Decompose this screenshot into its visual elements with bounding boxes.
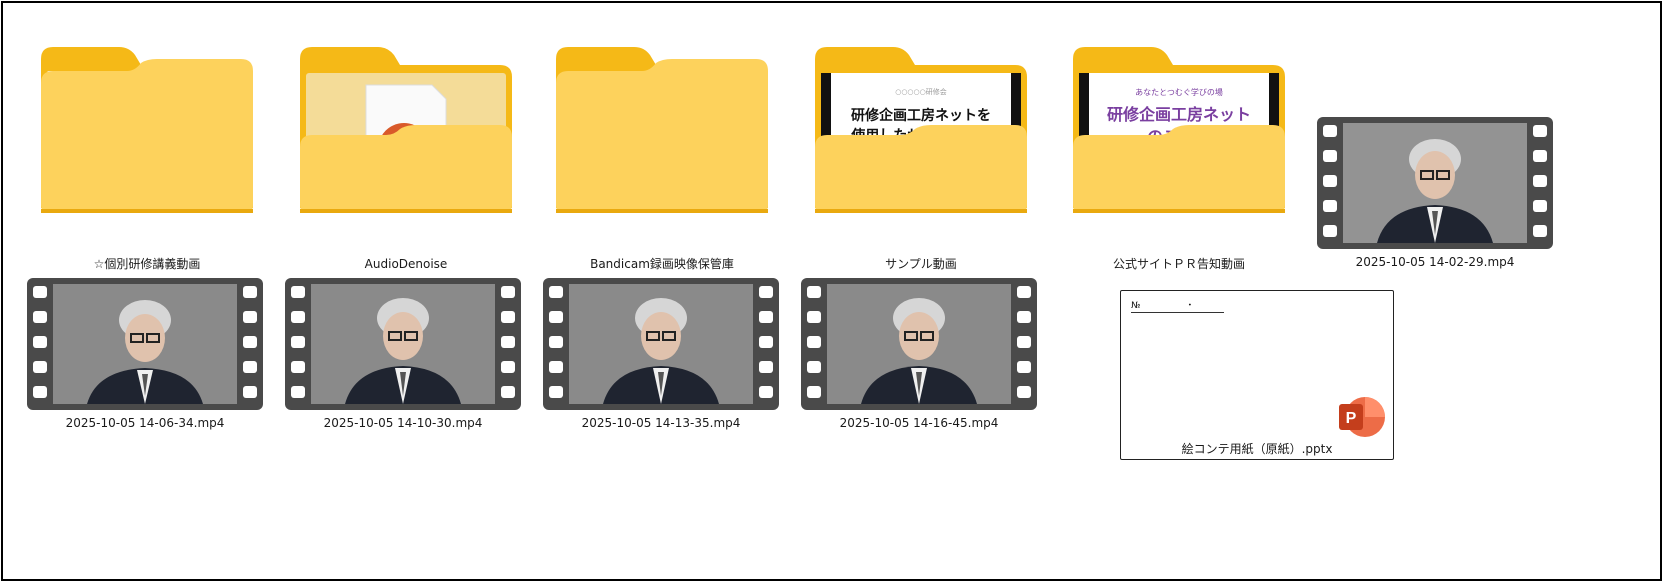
video-file-item[interactable]: 2025-10-05 14-10-30.mp4 — [285, 278, 521, 438]
video-file-name: 2025-10-05 14-06-34.mp4 — [65, 416, 225, 430]
pptx-file-item[interactable]: № ・ P 絵コンテ用紙（原紙）.pptx — [1120, 290, 1394, 460]
video-file-item[interactable]: 2025-10-05 14-02-29.mp4 — [1317, 117, 1553, 277]
folder-item[interactable]: ○○○○○研修会 研修企画工房ネットを 使用したサンプル動画 サンプル動画 — [815, 43, 1075, 273]
video-thumbnail-icon — [801, 278, 1037, 410]
folder-icon — [300, 47, 512, 213]
pptx-file-name: 絵コンテ用紙（原紙）.pptx — [1181, 442, 1333, 456]
folder-item[interactable]: Bandicam録画映像保管庫 — [556, 43, 816, 273]
video-thumbnail-icon — [27, 278, 263, 410]
video-thumbnail-icon — [543, 278, 779, 410]
folder-item[interactable]: あなたとつむぐ学びの場 研修企画工房ネット のご案内 公式サイトＰＲ告知動画 — [1073, 43, 1333, 273]
powerpoint-icon: P — [1339, 397, 1385, 437]
folder-front-icon — [1073, 125, 1285, 213]
video-file-item[interactable]: 2025-10-05 14-16-45.mp4 — [801, 278, 1037, 438]
folder-name: サンプル動画 — [885, 257, 957, 271]
folder-icon — [556, 47, 768, 213]
video-file-item[interactable]: 2025-10-05 14-06-34.mp4 — [27, 278, 263, 438]
folder-item[interactable]: AudioDenoise — [300, 43, 560, 273]
folder-name: 公式サイトＰＲ告知動画 — [1112, 257, 1245, 271]
video-file-name: 2025-10-05 14-16-45.mp4 — [839, 416, 999, 430]
file-explorer-view: ☆個別研修講義動画 AudioDenoise Bandicam録画映像保管庫 ○… — [1, 1, 1662, 581]
pptx-preview-text: № ・ — [1131, 301, 1225, 313]
video-file-name: 2025-10-05 14-10-30.mp4 — [323, 416, 483, 430]
folder-item[interactable]: ☆個別研修講義動画 — [41, 43, 301, 273]
video-file-item[interactable]: 2025-10-05 14-13-35.mp4 — [543, 278, 779, 438]
folder-name: AudioDenoise — [364, 257, 448, 271]
folder-front-icon — [815, 125, 1027, 213]
folder-name: Bandicam録画映像保管庫 — [590, 257, 734, 271]
video-file-name: 2025-10-05 14-02-29.mp4 — [1355, 255, 1515, 269]
video-thumbnail-icon — [1317, 117, 1553, 249]
folder-name: ☆個別研修講義動画 — [93, 257, 201, 271]
powerpoint-letter: P — [1346, 410, 1357, 427]
video-thumbnail-icon — [285, 278, 521, 410]
video-file-name: 2025-10-05 14-13-35.mp4 — [581, 416, 741, 430]
folder-icon — [41, 47, 253, 213]
